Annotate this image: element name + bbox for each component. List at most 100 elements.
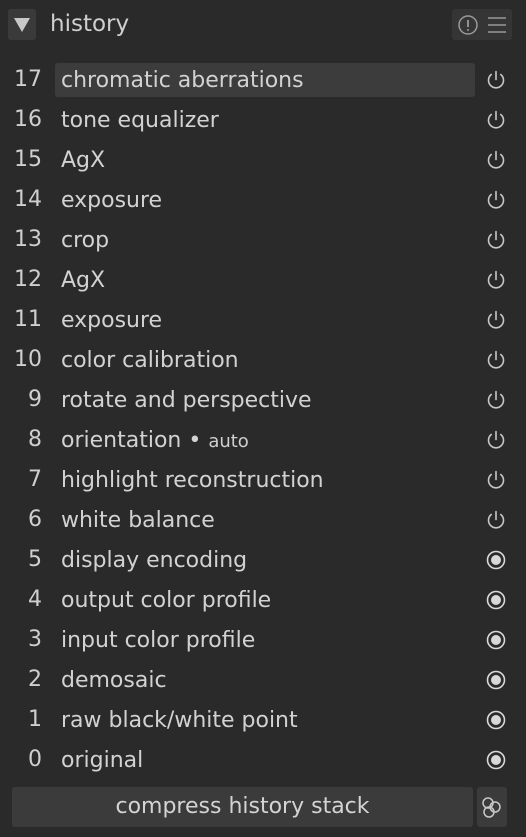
history-item-module-name: AgX — [61, 148, 106, 173]
history-panel: history 17 chromatic aberrations 16 tone eq… — [0, 0, 526, 837]
history-item-module-name: demosaic — [61, 668, 167, 693]
history-item-module-name: orientation • — [61, 428, 209, 453]
history-list: 17 chromatic aberrations 16 tone equalizer 1… — [0, 62, 526, 782]
history-item-label-box[interactable]: display encoding — [55, 543, 475, 577]
history-item-label: raw black/white point — [61, 703, 298, 739]
history-item-label-box[interactable]: chromatic aberrations — [55, 63, 475, 97]
history-item-label-box[interactable]: highlight reconstruction — [55, 463, 475, 497]
history-item-label-box[interactable]: rotate and perspective — [55, 383, 475, 417]
history-item-module-name: input color profile — [61, 628, 256, 653]
history-item-label-box[interactable]: exposure — [55, 183, 475, 217]
history-item-label-box[interactable]: white balance — [55, 503, 475, 537]
history-item-label: exposure — [61, 183, 162, 219]
history-item-module-name: white balance — [61, 508, 215, 533]
history-item-number: 8 — [28, 427, 42, 452]
history-item-label-box[interactable]: raw black/white point — [55, 703, 475, 737]
history-item[interactable]: 13 crop — [0, 222, 526, 262]
history-item[interactable]: 9 rotate and perspective — [0, 382, 526, 422]
history-item-number: 17 — [14, 67, 42, 92]
history-item-module-name: display encoding — [61, 548, 248, 573]
collapse-button[interactable] — [8, 9, 36, 40]
history-item[interactable]: 16 tone equalizer — [0, 102, 526, 142]
history-item-number: 13 — [14, 227, 42, 252]
power-icon — [485, 69, 507, 91]
history-item-label-box[interactable]: tone equalizer — [55, 103, 475, 137]
panel-title: history — [50, 11, 130, 37]
power-icon — [485, 469, 507, 491]
styles-button[interactable] — [477, 787, 507, 827]
history-item-number: 11 — [14, 307, 42, 332]
power-icon — [485, 149, 507, 171]
power-icon — [485, 349, 507, 371]
always-on-icon — [485, 589, 507, 611]
history-item[interactable]: 15 AgX — [0, 142, 526, 182]
history-item-label-box[interactable]: output color profile — [55, 583, 475, 617]
history-item-label-box[interactable]: color calibration — [55, 343, 475, 377]
history-item-label-box[interactable]: original — [55, 743, 475, 777]
history-item[interactable]: 2 demosaic — [0, 662, 526, 702]
history-item-label: orientation • auto — [61, 423, 249, 460]
history-item-label: rotate and perspective — [61, 383, 312, 419]
history-item-label-box[interactable]: exposure — [55, 303, 475, 337]
history-item-module-name: tone equalizer — [61, 108, 219, 133]
history-item-module-name: original — [61, 748, 144, 773]
always-on-icon — [485, 749, 507, 771]
hamburger-menu-icon[interactable] — [486, 14, 508, 36]
history-item[interactable]: 6 white balance — [0, 502, 526, 542]
history-item-module-name: crop — [61, 228, 110, 253]
panel-footer: compress history stack — [0, 786, 526, 830]
styles-icon — [482, 797, 501, 818]
history-item-number: 14 — [14, 187, 42, 212]
history-item-label: input color profile — [61, 623, 255, 659]
always-on-icon — [485, 669, 507, 691]
history-item[interactable]: 12 AgX — [0, 262, 526, 302]
history-item-label-box[interactable]: AgX — [55, 143, 475, 177]
history-item-number: 15 — [14, 147, 42, 172]
history-item-label-box[interactable]: crop — [55, 223, 475, 257]
power-icon — [485, 229, 507, 251]
history-item-number: 2 — [28, 667, 42, 692]
history-item[interactable]: 0 original — [0, 742, 526, 782]
history-item-module-name: chromatic aberrations — [61, 68, 304, 93]
history-item-label: demosaic — [61, 663, 167, 699]
history-item-label-box[interactable]: AgX — [55, 263, 475, 297]
power-icon — [485, 269, 507, 291]
history-item-label: exposure — [61, 303, 162, 339]
history-item[interactable]: 17 chromatic aberrations — [0, 62, 526, 102]
history-item-label: tone equalizer — [61, 103, 219, 139]
history-item[interactable]: 4 output color profile — [0, 582, 526, 622]
always-on-icon — [485, 549, 507, 571]
history-item[interactable]: 3 input color profile — [0, 622, 526, 662]
history-item-number: 12 — [14, 267, 42, 292]
triangle-down-icon — [14, 18, 30, 32]
history-item-label: white balance — [61, 503, 215, 539]
history-item-number: 4 — [28, 587, 42, 612]
history-item[interactable]: 10 color calibration — [0, 342, 526, 382]
history-item-instance-label: auto — [208, 431, 249, 452]
history-item-label: display encoding — [61, 543, 247, 579]
history-item-label: output color profile — [61, 583, 271, 619]
history-item[interactable]: 8 orientation • auto — [0, 422, 526, 462]
history-item[interactable]: 5 display encoding — [0, 542, 526, 582]
info-icon[interactable] — [457, 14, 479, 36]
history-item[interactable]: 1 raw black/white point — [0, 702, 526, 742]
history-item-number: 9 — [28, 387, 42, 412]
power-icon — [485, 389, 507, 411]
power-icon — [485, 509, 507, 531]
history-item-number: 5 — [28, 547, 42, 572]
history-item[interactable]: 11 exposure — [0, 302, 526, 342]
history-item-number: 1 — [28, 707, 42, 732]
history-item-number: 0 — [28, 747, 42, 772]
history-item[interactable]: 7 highlight reconstruction — [0, 462, 526, 502]
header-actions — [452, 9, 512, 40]
power-icon — [485, 109, 507, 131]
history-item-label: AgX — [61, 263, 105, 299]
history-item-module-name: rotate and perspective — [61, 388, 312, 413]
history-item[interactable]: 14 exposure — [0, 182, 526, 222]
history-item-label-box[interactable]: input color profile — [55, 623, 475, 657]
power-icon — [485, 309, 507, 331]
history-item-label-box[interactable]: orientation • auto — [55, 423, 475, 457]
history-item-label-box[interactable]: demosaic — [55, 663, 475, 697]
compress-history-button[interactable]: compress history stack — [12, 787, 473, 827]
history-item-module-name: output color profile — [61, 588, 272, 613]
